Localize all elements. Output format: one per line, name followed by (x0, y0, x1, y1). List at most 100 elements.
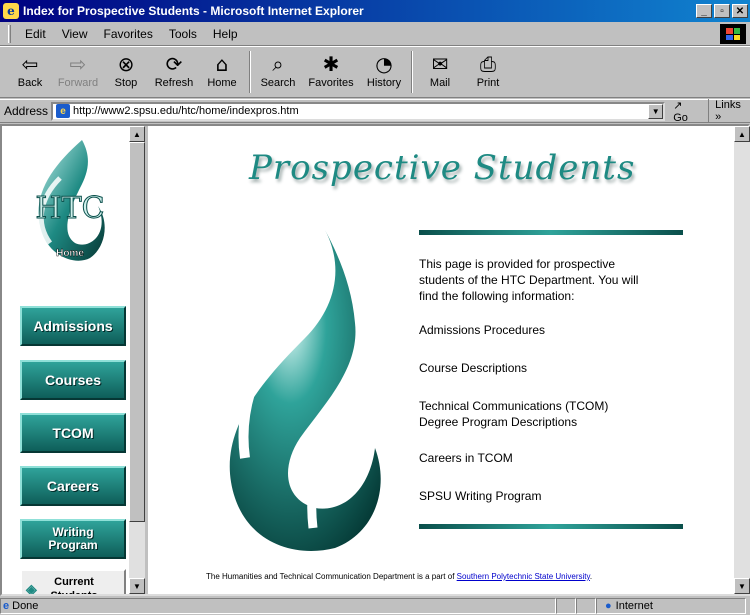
left-frame-scrollbar[interactable]: ▲ ▼ (129, 126, 145, 594)
back-button[interactable]: ⇦ Back (6, 51, 54, 89)
refresh-icon: ⟳ (165, 52, 183, 76)
spsu-link[interactable]: Southern Polytechnic State University (457, 572, 590, 581)
status-text-pane: e Done (0, 598, 556, 614)
stop-icon: ⊗ (117, 52, 135, 76)
address-label: Address (4, 104, 49, 118)
ie-icon: e (3, 3, 19, 19)
link-course-descriptions[interactable]: Course Descriptions (419, 360, 527, 376)
flame-logo (229, 230, 381, 551)
menu-edit[interactable]: Edit (17, 27, 54, 41)
divider-top (419, 230, 683, 235)
minimize-button[interactable]: _ (696, 4, 712, 18)
globe-icon: ● (605, 600, 612, 612)
current-students-icon: ◈ (26, 581, 37, 594)
favorites-button[interactable]: ✱ Favorites (302, 51, 360, 89)
menu-tools[interactable]: Tools (161, 27, 205, 41)
link-careers-tcom[interactable]: Careers in TCOM (419, 450, 513, 466)
zone-pane: ● Internet (596, 598, 746, 614)
links-label: Links (715, 99, 741, 111)
status-pane-empty (576, 598, 596, 614)
nav-tcom-button[interactable]: TCOM (20, 413, 126, 453)
page-done-icon: e (3, 600, 10, 612)
windows-logo-icon (720, 24, 746, 44)
refresh-button[interactable]: ⟳ Refresh (150, 51, 198, 89)
menu-view[interactable]: View (54, 27, 96, 41)
main-frame: Prospective Students This page is provid… (151, 126, 750, 594)
toolbar: ⇦ Back ⇨ Forward ⊗ Stop ⟳ Refresh ⌂ Home ⌕ Sea… (0, 46, 750, 98)
search-label: Search (260, 77, 296, 89)
footer-text: The Humanities and Technical Communicati… (206, 572, 592, 581)
page-icon: e (56, 104, 71, 118)
intro-text: This page is provided for prospective st… (419, 257, 639, 303)
print-icon: ⎙ (480, 52, 496, 76)
scroll-down-icon[interactable]: ▼ (129, 578, 145, 594)
back-label: Back (17, 77, 43, 89)
logo-home-text: Home (56, 248, 84, 259)
link-writing-program[interactable]: SPSU Writing Program (419, 488, 541, 504)
back-arrow-icon: ⇦ (21, 52, 39, 76)
page-content: HTC Home Admissions Courses TCOM Careers… (0, 124, 750, 596)
nav-writing-program-button[interactable]: Writing Program (20, 519, 126, 559)
logo-text: HTC (35, 191, 104, 226)
home-button[interactable]: ⌂ Home (198, 51, 246, 89)
history-icon: ◔ (375, 52, 393, 76)
stop-button[interactable]: ⊗ Stop (102, 51, 150, 89)
address-dropdown-icon[interactable]: ▼ (648, 103, 664, 119)
scroll-up-icon[interactable]: ▲ (734, 126, 750, 142)
link-admissions-procedures[interactable]: Admissions Procedures (419, 322, 545, 338)
status-bar: e Done ● Internet (0, 597, 750, 615)
window-title: Index for Prospective Students - Microso… (23, 4, 364, 18)
home-label: Home (207, 77, 237, 89)
footer-prefix: The Humanities and Technical Communicati… (206, 572, 457, 581)
maximize-button[interactable]: ▫ (714, 4, 730, 18)
divider-bottom (419, 524, 683, 529)
footer-suffix: . (589, 572, 593, 581)
htc-home-logo[interactable]: HTC Home (20, 138, 120, 268)
address-url: http://www2.spsu.edu/htc/home/indexpros.… (73, 105, 299, 117)
forward-button[interactable]: ⇨ Forward (54, 51, 102, 89)
zone-text: Internet (615, 600, 653, 612)
menu-bar: Edit View Favorites Tools Help (0, 22, 750, 46)
mail-button[interactable]: ✉ Mail (416, 51, 464, 89)
stop-label: Stop (114, 77, 138, 89)
scroll-thumb[interactable] (129, 142, 145, 522)
scroll-up-icon[interactable]: ▲ (129, 126, 145, 142)
mail-icon: ✉ (431, 52, 449, 76)
go-label: Go (673, 111, 688, 124)
history-button[interactable]: ◔ History (360, 51, 408, 89)
nav-writing-program-label: Writing Program (48, 525, 98, 552)
links-button[interactable]: Links » (708, 99, 750, 123)
nav-careers-button[interactable]: Careers (20, 466, 126, 506)
favorites-icon: ✱ (322, 52, 340, 76)
print-button[interactable]: ⎙ Print (464, 51, 512, 89)
menu-grip (8, 24, 11, 43)
nav-courses-button[interactable]: Courses (20, 360, 126, 400)
page-title: Prospective Students (249, 148, 636, 188)
favorites-label: Favorites (308, 77, 354, 89)
address-input[interactable]: e http://www2.spsu.edu/htc/home/indexpro… (51, 101, 666, 121)
nav-admissions-button[interactable]: Admissions (20, 306, 126, 346)
main-frame-scrollbar[interactable]: ▲ ▼ (734, 126, 750, 594)
menu-help[interactable]: Help (205, 27, 246, 41)
toolbar-separator (249, 51, 251, 93)
scroll-down-icon[interactable]: ▼ (734, 578, 750, 594)
forward-arrow-icon: ⇨ (69, 52, 87, 76)
home-icon: ⌂ (215, 52, 229, 76)
refresh-label: Refresh (154, 77, 194, 89)
go-button[interactable]: ↗ Go (673, 99, 700, 124)
nav-current-students-button[interactable]: ◈ Current Students (20, 569, 126, 594)
address-bar: Address e http://www2.spsu.edu/htc/home/… (0, 99, 750, 124)
nav-current-students-label: Current Students (50, 576, 97, 594)
mail-label: Mail (429, 77, 451, 89)
search-button[interactable]: ⌕ Search (254, 51, 302, 89)
link-tcom-degree[interactable]: Technical Communications (TCOM) Degree P… (419, 398, 624, 430)
toolbar-separator (411, 51, 413, 93)
history-label: History (366, 77, 402, 89)
search-icon: ⌕ (272, 52, 284, 76)
status-pane-empty (556, 598, 576, 614)
close-button[interactable]: ✕ (732, 4, 748, 18)
forward-label: Forward (57, 77, 99, 89)
menu-favorites[interactable]: Favorites (95, 27, 160, 41)
title-bar: e Index for Prospective Students - Micro… (0, 0, 750, 22)
status-text: Done (12, 600, 39, 612)
